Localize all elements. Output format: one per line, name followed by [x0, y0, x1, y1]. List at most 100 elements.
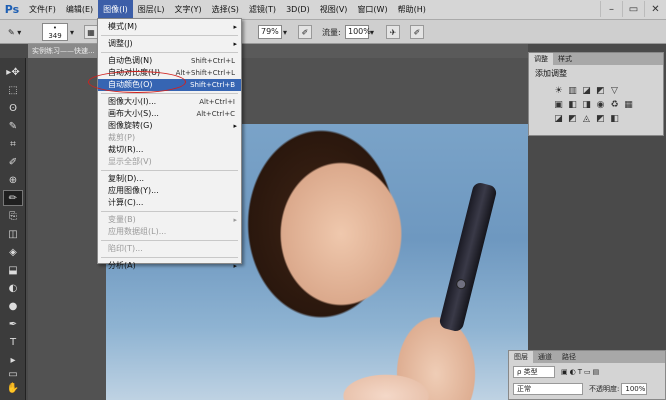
hand-tool-icon[interactable]: ✋ [3, 380, 23, 396]
quick-select-tool-icon[interactable]: ✎ [3, 118, 23, 134]
pressure-opacity-icon[interactable]: ✐ [298, 24, 312, 40]
lasso-tool-icon[interactable]: ʘ [3, 100, 23, 116]
menu-separator [101, 35, 238, 36]
healing-brush-tool-icon[interactable]: ⊕ [3, 172, 23, 188]
menu-separator [101, 93, 238, 94]
clone-stamp-tool-icon[interactable]: ⎘ [3, 208, 23, 224]
history-brush-tool-icon[interactable]: ◫ [3, 226, 23, 242]
exposure-icon[interactable]: ◩ [595, 85, 606, 96]
levels-icon[interactable]: ▥ [567, 85, 578, 96]
brightness-contrast-icon[interactable]: ☀ [553, 85, 564, 96]
close-icon[interactable]: ✕ [644, 1, 666, 17]
minimize-icon[interactable]: – [600, 1, 622, 17]
menu-item-calculations[interactable]: 计算(C)... [98, 197, 241, 209]
blend-mode-select[interactable]: 正常 [513, 382, 583, 395]
opacity-field[interactable]: 79% ▾ [258, 24, 287, 40]
tab-styles[interactable]: 样式 [553, 53, 577, 65]
menu-item-shortcut: Shift+Ctrl+B [190, 81, 235, 89]
menu-item-duplicate[interactable]: 复制(D)... [98, 173, 241, 185]
menu-item-label: 自动色调(N) [108, 56, 153, 65]
menu-item-label: 应用图像(Y)... [108, 186, 159, 195]
invert-icon[interactable]: ◪ [553, 113, 564, 124]
menu-help[interactable]: 帮助(H) [393, 0, 431, 20]
tab-paths[interactable]: 路径 [557, 351, 581, 363]
vibrance-icon[interactable]: ▽ [609, 85, 620, 96]
document-tab[interactable]: 实例练习——快速... [28, 44, 106, 58]
highlight-annotation-oval [88, 71, 186, 93]
brush-panel-toggle[interactable]: ▦ [84, 24, 98, 40]
menu-image[interactable]: 图像(I) [98, 0, 133, 20]
threshold-icon[interactable]: ◬ [581, 113, 592, 124]
crop-tool-icon[interactable]: ⌗ [3, 136, 23, 152]
gradient-tool-icon[interactable]: ⬓ [3, 262, 23, 278]
layer-filter-icons[interactable]: ▣◐T▭▤ [561, 368, 601, 376]
layer-filter-row: ρ 类型 ▣◐T▭▤ [509, 363, 665, 380]
menu-view[interactable]: 视图(V) [315, 0, 353, 20]
color-balance-icon[interactable]: ◧ [567, 99, 578, 110]
adjustment-icons-row-1: ☀ ▥ ◪ ◩ ▽ [529, 85, 663, 96]
dodge-tool-icon[interactable]: ● [3, 298, 23, 314]
airbrush-icon[interactable]: ✈ [386, 24, 400, 40]
adjustments-panel-tabs: 调整 样式 [529, 53, 663, 65]
menu-filter[interactable]: 滤镜(T) [244, 0, 281, 20]
menu-item-crop: 裁剪(P) [98, 132, 241, 144]
menu-item-image-size[interactable]: 图像大小(I)... Alt+Ctrl+I [98, 96, 241, 108]
type-tool-icon[interactable]: T [3, 334, 23, 350]
brush-preset-picker[interactable]: • 349 ▾ [42, 23, 74, 41]
menu-separator [101, 52, 238, 53]
menu-item-label: 应用数据组(L)... [108, 227, 167, 236]
flow-field[interactable]: 100% ▾ [345, 24, 374, 40]
menu-item-label: 调整(J) [108, 39, 133, 48]
menu-item-canvas-size[interactable]: 画布大小(S)... Alt+Ctrl+C [98, 108, 241, 120]
menu-separator [101, 257, 238, 258]
selective-color-icon[interactable]: ◧ [609, 113, 620, 124]
maximize-icon[interactable]: ▭ [622, 1, 644, 17]
menu-item-auto-tone[interactable]: 自动色调(N) Shift+Ctrl+L [98, 55, 241, 67]
menu-file[interactable]: 文件(F) [24, 0, 61, 20]
menu-item-shortcut: Alt+Shift+Ctrl+L [175, 69, 235, 77]
marquee-tool-icon[interactable]: ⬚ [3, 82, 23, 98]
layer-opacity-field[interactable]: 100% [621, 382, 648, 395]
menu-item-shortcut: Alt+Ctrl+I [199, 98, 235, 106]
layer-kind-filter[interactable]: ρ 类型 [513, 365, 555, 378]
posterize-icon[interactable]: ◩ [567, 113, 578, 124]
eyedropper-tool-icon[interactable]: ✐ [3, 154, 23, 170]
pen-tool-icon[interactable]: ✒ [3, 316, 23, 332]
menu-item-label: 图像旋转(G) [108, 121, 153, 130]
menu-separator [101, 170, 238, 171]
menu-item-adjustments[interactable]: 调整(J) ▸ [98, 38, 241, 50]
menu-item-trim[interactable]: 裁切(R)... [98, 144, 241, 156]
black-white-icon[interactable]: ◨ [581, 99, 592, 110]
menu-item-reveal-all: 显示全部(V) [98, 156, 241, 168]
tab-adjustments[interactable]: 调整 [529, 53, 553, 65]
move-tool-icon[interactable]: ▸✥ [3, 64, 23, 80]
gradient-map-icon[interactable]: ◩ [595, 113, 606, 124]
tab-layers[interactable]: 图层 [509, 351, 533, 363]
brush-size-value: 349 [48, 32, 62, 40]
color-lookup-icon[interactable]: ▦ [623, 99, 634, 110]
phone-lens [455, 278, 468, 291]
curves-icon[interactable]: ◪ [581, 85, 592, 96]
menu-edit[interactable]: 编辑(E) [61, 0, 98, 20]
menu-item-mode[interactable]: 模式(M) ▸ [98, 21, 241, 33]
brush-tool-icon[interactable]: ✎ ▾ [8, 24, 21, 40]
photo-filter-icon[interactable]: ◉ [595, 99, 606, 110]
blur-tool-icon[interactable]: ◐ [3, 280, 23, 296]
tab-channels[interactable]: 通道 [533, 351, 557, 363]
menu-3d[interactable]: 3D(D) [281, 0, 315, 20]
menu-item-analysis[interactable]: 分析(A) ▸ [98, 260, 241, 272]
menu-item-trap: 陷印(T)... [98, 243, 241, 255]
brush-tool-icon[interactable]: ✏ [3, 190, 23, 206]
menu-type[interactable]: 文字(Y) [169, 0, 206, 20]
menu-layer[interactable]: 图层(L) [133, 0, 170, 20]
menu-item-shortcut: Alt+Ctrl+C [196, 110, 235, 118]
channel-mixer-icon[interactable]: ♻ [609, 99, 620, 110]
eraser-tool-icon[interactable]: ◈ [3, 244, 23, 260]
menu-item-apply-image[interactable]: 应用图像(Y)... [98, 185, 241, 197]
pressure-size-icon[interactable]: ✐ [410, 24, 424, 40]
menu-item-image-rotation[interactable]: 图像旋转(G) ▸ [98, 120, 241, 132]
menu-window[interactable]: 窗口(W) [352, 0, 392, 20]
menu-select[interactable]: 选择(S) [207, 0, 244, 20]
hue-saturation-icon[interactable]: ▣ [553, 99, 564, 110]
menu-item-label: 变量(B) [108, 215, 136, 224]
